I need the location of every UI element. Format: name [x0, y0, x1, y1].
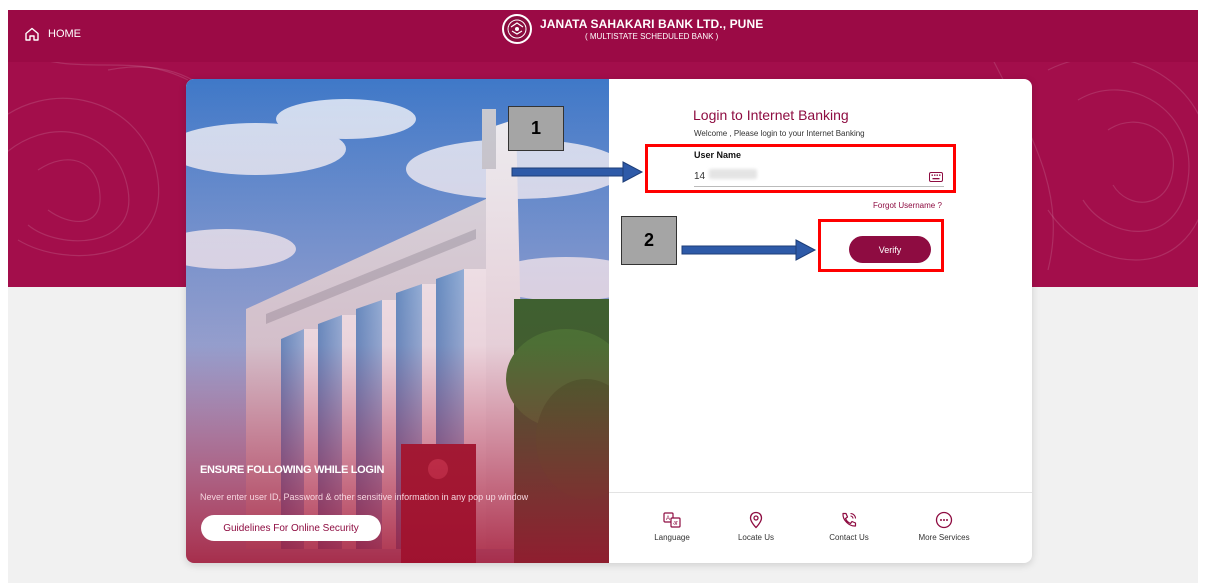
- top-navigation-bar: HOME JANATA SAHAKARI BANK LTD., PUNE ( M…: [8, 10, 1198, 62]
- hero-panel: ENSURE FOLLOWING WHILE LOGIN Never enter…: [186, 79, 609, 563]
- phone-icon: [842, 512, 857, 527]
- page-background: HOME JANATA SAHAKARI BANK LTD., PUNE ( M…: [8, 10, 1198, 583]
- language-icon: A अ: [663, 512, 681, 528]
- step-1-number: 1: [530, 118, 541, 138]
- service-more-services[interactable]: More Services: [909, 511, 979, 542]
- step-1-arrow: [511, 161, 644, 183]
- service-contact-us[interactable]: Contact Us: [814, 511, 884, 542]
- step-2-arrow: [681, 239, 817, 261]
- bank-brand: JANATA SAHAKARI BANK LTD., PUNE ( MULTIS…: [502, 14, 763, 44]
- svg-text:A: A: [666, 516, 670, 522]
- service-label: More Services: [918, 533, 970, 542]
- bank-emblem-icon: [507, 19, 527, 39]
- location-pin-icon: [749, 511, 763, 529]
- verify-highlight-box: [818, 219, 944, 272]
- security-heading: ENSURE FOLLOWING WHILE LOGIN: [200, 464, 385, 476]
- service-label: Locate Us: [737, 533, 775, 542]
- bank-subtitle: ( MULTISTATE SCHEDULED BANK ): [584, 32, 719, 41]
- bank-name: JANATA SAHAKARI BANK LTD., PUNE: [540, 17, 764, 31]
- forgot-username-link[interactable]: Forgot Username ?: [873, 201, 942, 210]
- bank-logo: [502, 14, 532, 44]
- step-2-number: 2: [643, 230, 654, 250]
- bank-building-illustration: [186, 79, 609, 563]
- step-2-badge: 2: [621, 216, 677, 265]
- svg-text:अ: अ: [673, 521, 678, 527]
- more-icon: [935, 511, 953, 529]
- home-icon: [25, 27, 39, 41]
- home-label: HOME: [48, 28, 81, 40]
- login-subtitle: Welcome , Please login to your Internet …: [694, 129, 865, 138]
- step-1-badge: 1: [508, 106, 564, 151]
- username-highlight-box: [645, 144, 956, 193]
- service-language[interactable]: A अ Language: [637, 511, 707, 542]
- home-link[interactable]: HOME: [24, 26, 81, 42]
- security-note: Never enter user ID, Password & other se…: [200, 492, 529, 502]
- guidelines-button[interactable]: Guidelines For Online Security: [201, 515, 381, 541]
- service-label: Contact Us: [829, 533, 869, 542]
- login-title: Login to Internet Banking: [693, 107, 849, 123]
- quick-services-bar: A अ Language Locate Us Contact Us More S…: [609, 492, 1032, 563]
- service-locate-us[interactable]: Locate Us: [721, 511, 791, 542]
- service-label: Language: [654, 533, 690, 542]
